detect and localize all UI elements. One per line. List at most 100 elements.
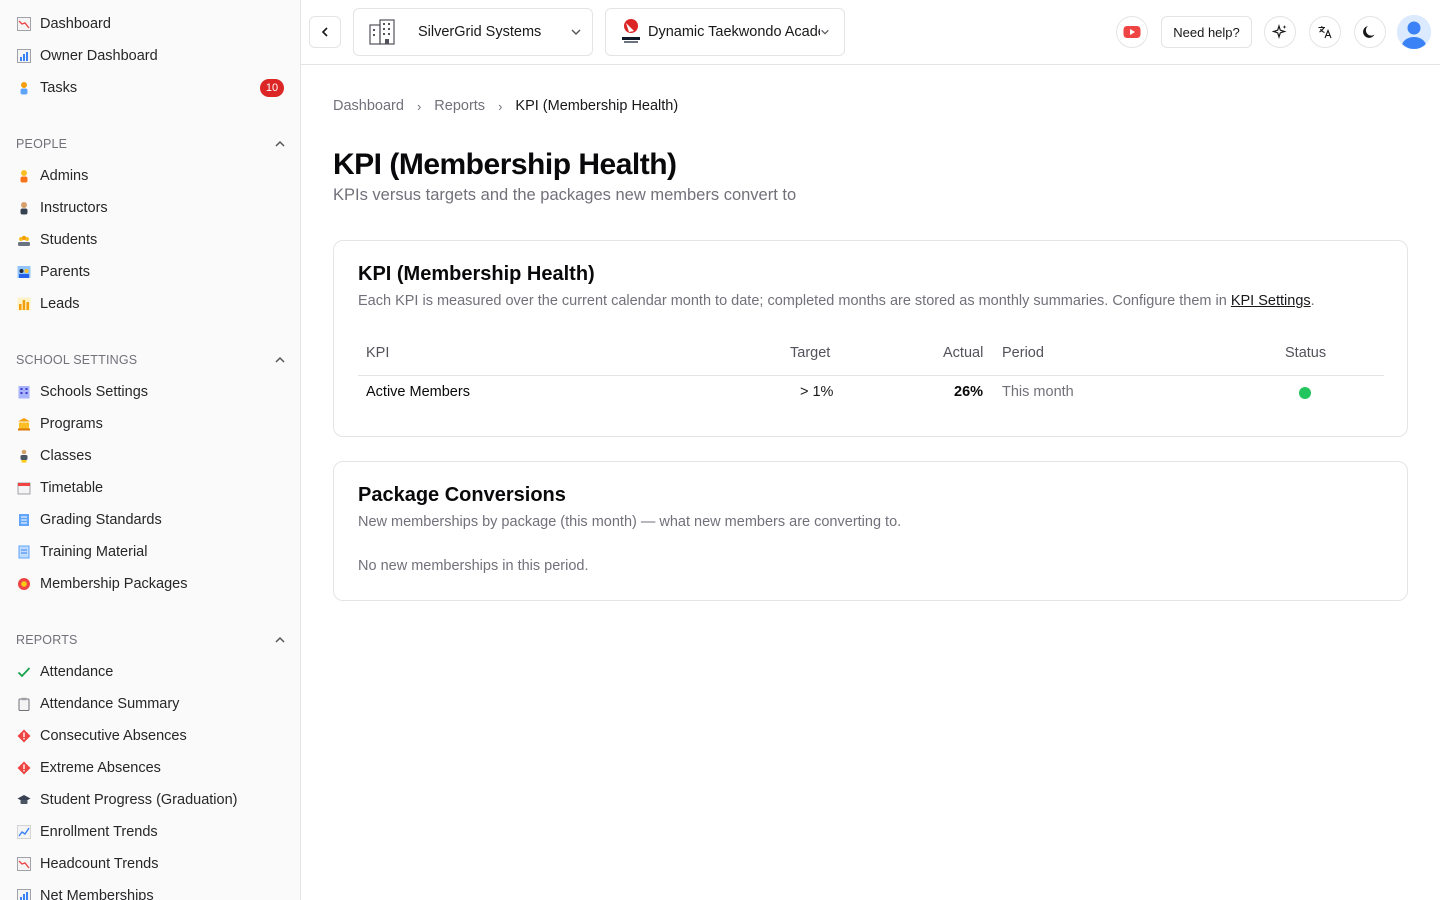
kpi-card: KPI (Membership Health) Each KPI is meas… (333, 240, 1408, 437)
section-school-settings-toggle[interactable]: SCHOOL SETTINGS (16, 350, 286, 370)
building-icon (16, 384, 32, 400)
sidebar-item-label: Headcount Trends (40, 856, 159, 872)
chevron-down-icon (571, 29, 581, 35)
section-reports-toggle[interactable]: REPORTS (16, 630, 286, 650)
trend-up-icon (16, 824, 32, 840)
top-bar: SilverGrid Systems Dynamic Taekwondo Aca… (301, 0, 1440, 65)
group-icon (16, 232, 32, 248)
language-button[interactable] (1309, 16, 1341, 48)
clipboard-icon (16, 696, 32, 712)
youtube-icon (1123, 26, 1141, 38)
column-header-actual: Actual (943, 345, 984, 361)
youtube-button[interactable] (1116, 16, 1148, 48)
translate-icon (1318, 26, 1332, 39)
sidebar-item-label: Consecutive Absences (40, 728, 187, 744)
person-icon (16, 80, 32, 96)
sidebar-item-membership-packages[interactable]: Membership Packages (0, 568, 300, 600)
kpi-settings-link[interactable]: KPI Settings (1231, 293, 1311, 309)
column-header-target: Target (790, 345, 831, 361)
kpi-target: > 1% (800, 384, 834, 400)
sidebar-item-consecutive-absences[interactable]: Consecutive Absences (0, 720, 300, 752)
sidebar-item-headcount-trends[interactable]: Headcount Trends (0, 848, 300, 880)
organization-selector[interactable]: SilverGrid Systems (353, 8, 593, 56)
kpi-card-description: Each KPI is measured over the current ca… (358, 293, 1315, 309)
school-selector[interactable]: Dynamic Taekwondo Academy (605, 8, 845, 56)
page-icon (16, 544, 32, 560)
sidebar-item-label: Programs (40, 416, 103, 432)
sparkles-icon (1272, 24, 1287, 40)
sidebar-item-label: Training Material (40, 544, 148, 560)
sidebar-item-attendance[interactable]: Attendance (0, 656, 300, 688)
breadcrumb: Dashboard › Reports › KPI (Membership He… (333, 96, 678, 116)
sidebar-item-label: Grading Standards (40, 512, 162, 528)
section-title: REPORTS (16, 633, 78, 647)
tasks-count-badge: 10 (260, 79, 284, 97)
section-title: SCHOOL SETTINGS (16, 353, 138, 367)
kpi-description-end: . (1310, 293, 1315, 309)
kpi-period: This month (1002, 384, 1074, 400)
sidebar-item-dashboard[interactable]: Dashboard (0, 8, 300, 40)
chevron-up-icon (275, 356, 285, 363)
user-avatar[interactable] (1397, 15, 1431, 49)
sidebar-item-label: Classes (40, 448, 92, 464)
sidebar-item-extreme-absences[interactable]: Extreme Absences (0, 752, 300, 784)
ai-assistant-button[interactable] (1264, 16, 1296, 48)
sidebar-item-label: Net Memberships (40, 888, 154, 900)
sidebar-item-label: Parents (40, 264, 90, 280)
calendar-icon (16, 480, 32, 496)
sidebar-item-tasks[interactable]: Tasks 10 (0, 72, 300, 104)
sidebar-item-net-memberships[interactable]: Net Memberships (0, 880, 300, 900)
family-icon (16, 264, 32, 280)
sidebar-item-instructors[interactable]: Instructors (0, 192, 300, 224)
sidebar-item-enrollment-trends[interactable]: Enrollment Trends (0, 816, 300, 848)
sidebar-item-leads[interactable]: Leads (0, 288, 300, 320)
section-people-toggle[interactable]: PEOPLE (16, 134, 286, 154)
sidebar-item-label: Attendance Summary (40, 696, 180, 712)
sidebar-item-programs[interactable]: Programs (0, 408, 300, 440)
chevron-up-icon (275, 140, 285, 147)
package-card-description: New memberships by package (this month) … (358, 514, 902, 530)
bar-chart-icon (16, 888, 32, 900)
sidebar-item-admins[interactable]: Admins (0, 160, 300, 192)
sidebar-item-owner-dashboard[interactable]: Owner Dashboard (0, 40, 300, 72)
sidebar-item-label: Instructors (40, 200, 108, 216)
school-logo-icon (620, 17, 642, 47)
theme-toggle-button[interactable] (1354, 16, 1386, 48)
person-dark-icon (16, 200, 32, 216)
sidebar-item-timetable[interactable]: Timetable (0, 472, 300, 504)
sidebar-item-label: Schools Settings (40, 384, 149, 400)
back-button[interactable] (309, 16, 341, 48)
sidebar-item-label: Extreme Absences (40, 760, 161, 776)
need-help-button[interactable]: Need help? (1161, 16, 1252, 48)
kpi-name: Active Members (366, 384, 470, 400)
column-header-period: Period (1002, 345, 1044, 361)
sidebar-item-student-progress[interactable]: Student Progress (Graduation) (0, 784, 300, 816)
package-card-title: Package Conversions (358, 484, 566, 506)
sidebar-item-training-material[interactable]: Training Material (0, 536, 300, 568)
sidebar-item-schools-settings[interactable]: Schools Settings (0, 376, 300, 408)
sidebar-item-label: Timetable (40, 480, 104, 496)
breadcrumb-reports[interactable]: Reports (434, 98, 485, 114)
chevron-left-icon (321, 27, 328, 37)
sidebar-item-parents[interactable]: Parents (0, 256, 300, 288)
warning-diamond-icon (16, 728, 32, 744)
user-icon (1397, 15, 1431, 49)
sidebar: Dashboard Owner Dashboard Tasks 10 PEOPL… (0, 0, 301, 900)
sidebar-item-label: Student Progress (Graduation) (40, 792, 238, 808)
document-icon (16, 512, 32, 528)
school-name: Dynamic Taekwondo Academy (648, 24, 820, 40)
sidebar-item-grading-standards[interactable]: Grading Standards (0, 504, 300, 536)
breadcrumb-current: KPI (Membership Health) (515, 98, 679, 114)
kpi-card-title: KPI (Membership Health) (358, 263, 595, 285)
kpi-description-text: Each KPI is measured over the current ca… (358, 293, 1231, 309)
table-divider (358, 375, 1384, 376)
chevron-right-icon: › (416, 98, 422, 114)
building-icon (368, 19, 396, 45)
sidebar-item-students[interactable]: Students (0, 224, 300, 256)
sidebar-item-classes[interactable]: Classes (0, 440, 300, 472)
breadcrumb-dashboard[interactable]: Dashboard (333, 98, 404, 114)
empty-state-message: No new memberships in this period. (358, 558, 589, 574)
sidebar-item-label: Students (40, 232, 98, 248)
sidebar-item-label: Admins (40, 168, 89, 184)
sidebar-item-attendance-summary[interactable]: Attendance Summary (0, 688, 300, 720)
